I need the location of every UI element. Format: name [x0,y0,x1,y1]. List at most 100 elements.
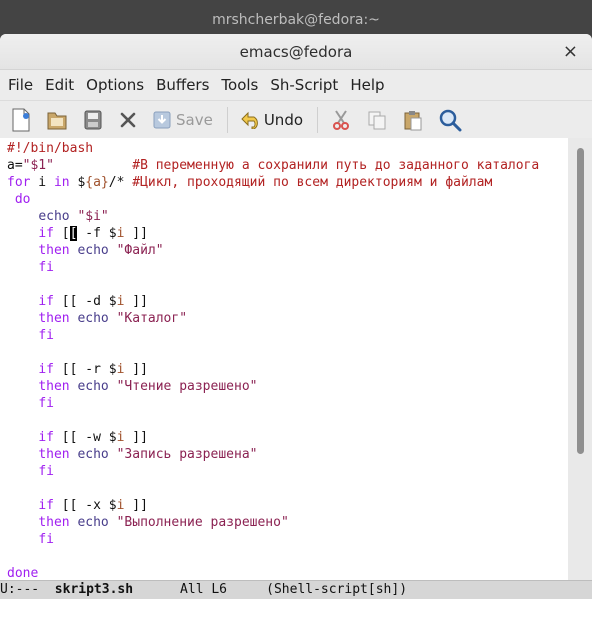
code-line[interactable]: if [[ -w $i ]] [0,429,568,446]
code-line[interactable]: then echo "Запись разрешена" [0,446,568,463]
code-line[interactable]: fi [0,327,568,344]
cut-button[interactable] [330,104,352,136]
code-token: [ [53,226,70,241]
code-token: "Чтение разрешено" [116,379,258,394]
code-line[interactable]: fi [0,463,568,480]
scrollbar-thumb[interactable] [577,148,584,454]
window-titlebar[interactable]: emacs@fedora × [0,34,592,70]
code-line[interactable]: a="$1" #В переменную а сохранили путь до… [0,157,568,174]
code-token: {a} [85,175,109,190]
modeline-buffer-name: skript3.sh [54,582,134,597]
code-line[interactable] [0,412,568,429]
menu-file[interactable]: File [2,70,39,100]
open-folder-button[interactable] [46,104,68,136]
menu-edit[interactable]: Edit [39,70,80,100]
code-token: if [38,430,54,445]
menu-help[interactable]: Help [344,70,390,100]
code-token: if [38,294,54,309]
search-button[interactable] [438,104,462,136]
toolbar-separator [226,107,228,133]
undo-button[interactable]: Undo [240,104,303,136]
code-token: if [38,498,54,513]
code-token: fi [38,396,54,411]
code-line[interactable]: if [[ -x $i ]] [0,497,568,514]
close-button[interactable]: × [563,34,578,70]
code-token: do [7,192,31,207]
code-line[interactable] [0,344,568,361]
code-line[interactable]: echo "$i" [0,208,568,225]
modeline-position: All L6 [133,582,267,597]
menu-sh-script[interactable]: Sh-Script [264,70,344,100]
window-title: emacs@fedora [239,43,353,61]
cut-icon [333,110,350,130]
code-token: [[ -w $ [53,430,117,445]
code-line[interactable] [0,276,568,293]
code-token: then [38,447,70,462]
code-token: -f $ [77,226,117,241]
code-token: "Каталог" [116,311,188,326]
code-token: if [38,362,54,377]
menu-tools[interactable]: Tools [215,70,264,100]
code-token: if [38,226,54,241]
code-token: a= [7,158,23,173]
code-line[interactable]: for i in ${a}/* #Цикл, проходящий по все… [0,174,568,191]
code-token: i [30,175,54,190]
menu-buffers[interactable]: Buffers [150,70,215,100]
modeline-mode: (Shell-script[sh]) [266,582,408,597]
code-token: then [38,379,70,394]
close-buffer-button[interactable] [118,104,138,136]
code-line[interactable]: if [[ -f $i ]] [0,225,568,242]
code-line[interactable]: then echo "Выполнение разрешено" [0,514,568,531]
code-line[interactable] [0,480,568,497]
paste-icon [404,111,422,131]
code-token: "Запись разрешена" [116,447,258,462]
toolbar-separator [317,107,319,133]
vertical-scrollbar[interactable] [568,138,592,580]
code-line[interactable]: fi [0,395,568,412]
code-line[interactable]: if [[ -d $i ]] [0,293,568,310]
menu-options[interactable]: Options [80,70,150,100]
code-line[interactable]: if [[ -r $i ]] [0,361,568,378]
code-token: #Цикл, проходящий по всем директориям и … [132,175,493,190]
code-token: "$1" [22,158,54,173]
code-token: [[ -x $ [53,498,117,513]
code-token: fi [38,260,54,275]
code-line[interactable]: do [0,191,568,208]
code-token: ]] [124,498,148,513]
new-file-button[interactable] [10,104,32,136]
copy-button[interactable] [366,104,388,136]
minibuffer[interactable] [0,599,592,617]
code-line[interactable]: then echo "Файл" [0,242,568,259]
code-line[interactable]: #!/bin/bash [0,140,568,157]
save-button[interactable]: Save [152,104,213,136]
code-token: "Выполнение разрешено" [116,515,289,530]
code-editor[interactable]: #!/bin/bash a="$1" #В переменную а сохран… [0,138,568,582]
code-token: echo [77,379,109,394]
code-token: echo [77,311,109,326]
code-line[interactable] [0,548,568,565]
save-disk-button[interactable] [82,104,104,136]
code-token: #!/bin/bash [7,141,94,156]
code-token: "$i" [77,209,109,224]
paste-button[interactable] [402,104,424,136]
code-line[interactable]: then echo "Чтение разрешено" [0,378,568,395]
code-token: ]] [124,362,148,377]
save-label: Save [176,111,213,129]
code-line[interactable]: fi [0,259,568,276]
code-line[interactable]: then echo "Каталог" [0,310,568,327]
code-line[interactable]: fi [0,531,568,548]
